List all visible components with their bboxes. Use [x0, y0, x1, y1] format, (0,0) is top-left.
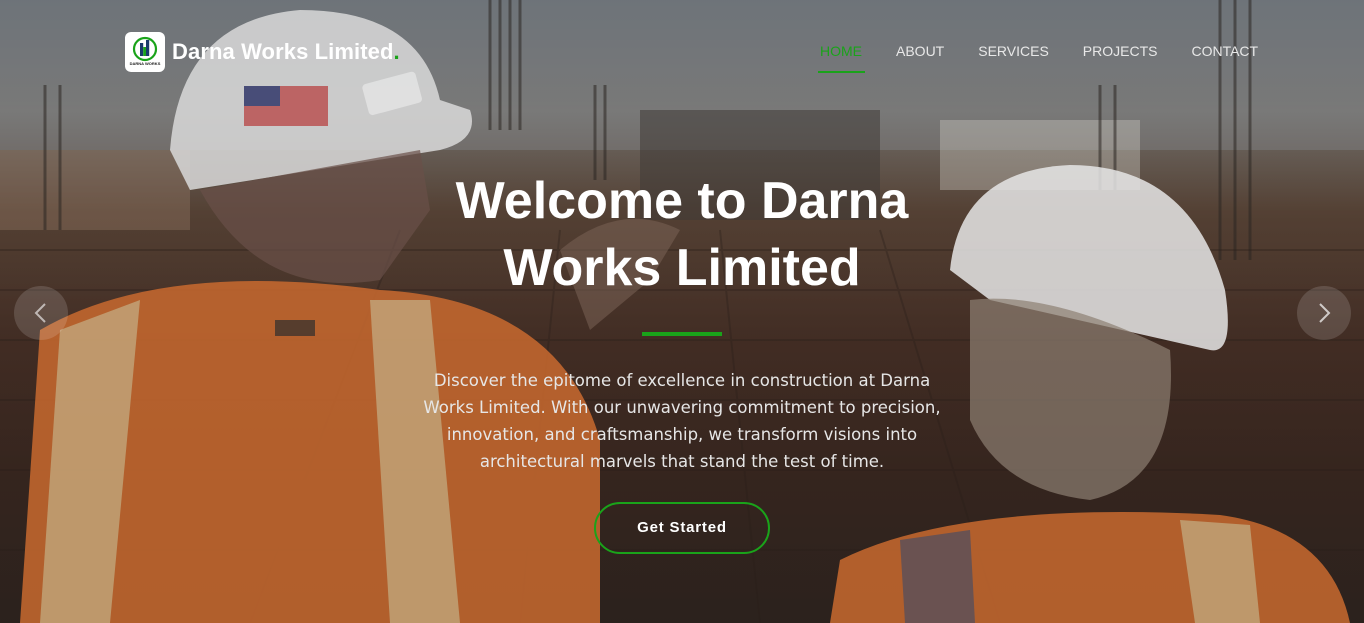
title-divider: [642, 332, 722, 336]
site-header: DARNA WORKS Darna Works Limited . HOME A…: [0, 0, 1364, 100]
nav-item-services[interactable]: SERVICES: [978, 43, 1049, 65]
brand-dot: .: [393, 39, 400, 64]
logo-caption: DARNA WORKS: [130, 61, 161, 66]
main-nav: HOME ABOUT SERVICES PROJECTS CONTACT: [818, 43, 1292, 73]
brand-name[interactable]: Darna Works Limited: [172, 39, 394, 65]
brand[interactable]: DARNA WORKS Darna Works Limited .: [125, 32, 400, 72]
nav-item-projects[interactable]: PROJECTS: [1083, 43, 1158, 65]
nav-item-contact[interactable]: CONTACT: [1191, 43, 1258, 65]
hero-title: Welcome to Darna Works Limited: [455, 172, 909, 297]
hero-carousel: DARNA WORKS Darna Works Limited . HOME A…: [0, 0, 1364, 623]
logo[interactable]: DARNA WORKS: [125, 32, 165, 72]
hero-content: Welcome to Darna Works Limited Discover …: [0, 168, 1364, 554]
nav-item-about[interactable]: ABOUT: [896, 43, 944, 65]
get-started-button[interactable]: Get Started: [594, 502, 770, 554]
nav-item-home[interactable]: HOME: [818, 43, 865, 73]
hero-description: Discover the epitome of excellence in co…: [423, 371, 941, 471]
logo-icon: DARNA WORKS: [130, 36, 161, 66]
